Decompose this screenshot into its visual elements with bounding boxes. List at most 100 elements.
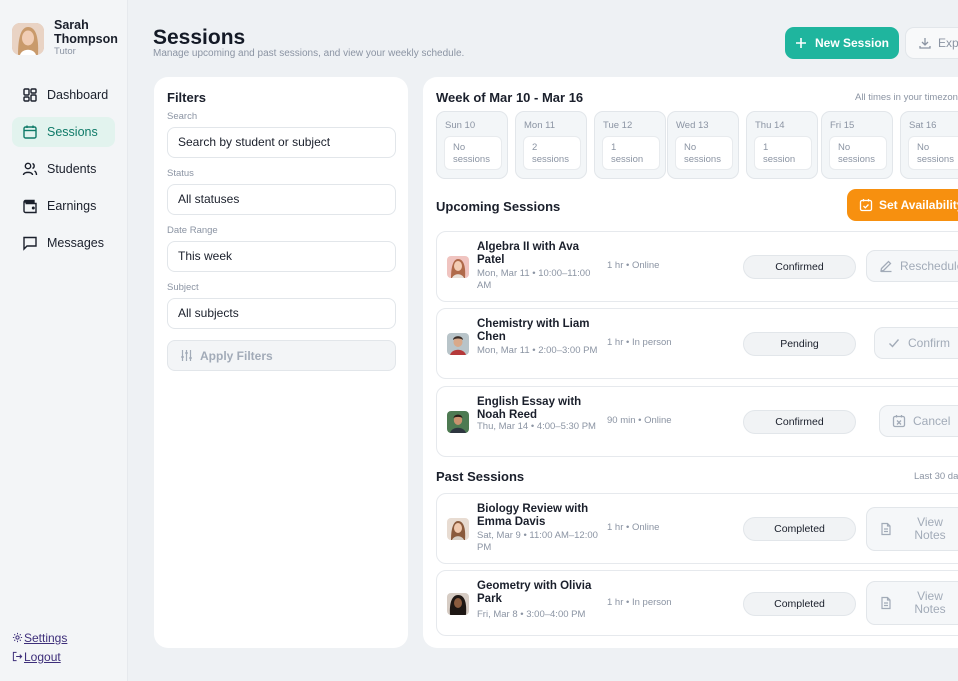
reschedule-label: Reschedule [900,259,958,273]
status-badge: Confirmed [743,255,856,279]
grid-icon [23,88,37,102]
student-avatar [447,256,469,278]
student-avatar [447,518,469,540]
status-label: Status [167,168,194,179]
sidebar-item-label: Messages [47,236,104,250]
session-meta: 1 hr • In person [607,337,672,348]
view-notes-button[interactable]: View Notes [866,507,958,551]
cancel-button[interactable]: Cancel [879,405,958,437]
past-title: Past Sessions [436,469,525,484]
set-availability-button[interactable]: Set Availability [847,189,958,221]
plus-icon [795,38,806,48]
day-card-tue[interactable]: Tue 12 1 session [594,111,666,179]
sessions-panel: Week of Mar 10 - Mar 16 All times in you… [423,77,958,648]
subject-label: Subject [167,282,199,293]
avatar [12,23,44,55]
logout-label: Logout [24,649,61,664]
users-icon [22,162,38,176]
session-time: Mon, Mar 11 • 2:00–3:00 PM [477,345,598,356]
timezone-note: All times in your timezone [855,92,958,103]
settings-link[interactable]: Settings [12,628,67,647]
export-label: Export [938,36,958,50]
session-row[interactable]: Chemistry with Liam Chen Mon, Mar 11 • 2… [436,308,958,379]
session-row[interactable]: English Essay with Noah Reed Thu, Mar 14… [436,386,958,457]
past-range: Last 30 days [914,471,958,482]
session-time: Mon, Mar 11 • 10:00–11:00 AM [477,268,591,291]
day-summary: 1 session [754,136,812,170]
day-summary: No sessions [444,136,502,170]
day-label: Thu 14 [755,120,785,131]
apply-filters-button[interactable]: Apply Filters [167,340,396,371]
day-label: Tue 12 [603,120,633,131]
day-summary: No sessions [908,136,958,170]
sidebar-item-students[interactable]: Students [12,154,115,184]
view-notes-button[interactable]: View Notes [866,581,958,625]
day-card-sat[interactable]: Sat 16 No sessions [900,111,958,179]
session-title: Chemistry with Liam Chen [477,318,590,343]
export-button[interactable]: Export [905,27,958,59]
day-label: Wed 13 [676,120,709,131]
view-notes-label: View Notes [914,515,946,542]
user-role: Tutor [54,46,76,57]
filters-panel: Filters Search Search by student or subj… [154,77,408,648]
sidebar-footer: Settings Logout [12,628,67,666]
session-row[interactable]: Algebra II with Ava Patel Mon, Mar 11 • … [436,231,958,302]
day-card-wed[interactable]: Wed 13 No sessions [667,111,739,179]
confirm-button[interactable]: Confirm [874,327,958,359]
day-label: Fri 15 [830,120,855,131]
session-row[interactable]: Geometry with Olivia Park Fri, Mar 8 • 3… [436,570,958,636]
user-name: Sarah Thompson [54,18,118,46]
session-title: Biology Review with Emma Davis [477,503,589,528]
confirm-label: Confirm [908,336,951,350]
day-summary: No sessions [829,136,887,170]
student-avatar [447,411,469,433]
status-badge: Completed [743,517,856,541]
settings-label: Settings [24,630,68,645]
sliders-icon [181,350,192,361]
new-session-button[interactable]: New Session [785,27,899,59]
status-badge: Completed [743,592,856,616]
sidebar-item-messages[interactable]: Messages [12,228,115,258]
day-label: Sun 10 [445,120,476,131]
wallet-icon [23,199,37,214]
student-avatar [447,333,469,355]
session-time: Fri, Mar 8 • 3:00–4:00 PM [477,609,586,620]
document-icon [881,522,891,536]
session-title: Algebra II with Ava Patel [477,241,580,266]
day-card-sun[interactable]: Sun 10 No sessions [436,111,508,179]
calendar-x-icon [892,415,906,428]
gear-icon [12,632,23,643]
upcoming-title: Upcoming Sessions [436,199,561,214]
logout-link[interactable]: Logout [12,647,67,666]
day-card-mon[interactable]: Mon 11 2 sessions [515,111,587,179]
reschedule-button[interactable]: Reschedule [866,250,958,282]
status-select[interactable]: All statuses [167,184,396,215]
view-notes-label: View Notes [914,589,946,616]
week-title: Week of Mar 10 - Mar 16 [436,90,584,105]
sidebar-item-earnings[interactable]: Earnings [12,191,115,221]
sidebar-item-sessions[interactable]: Sessions [12,117,115,147]
cancel-label: Cancel [913,414,951,428]
day-card-thu[interactable]: Thu 14 1 session [746,111,818,179]
document-icon [881,596,891,610]
sidebar-item-label: Earnings [47,199,97,213]
sidebar-item-label: Dashboard [47,88,109,102]
session-title: English Essay with Noah Reed [477,396,582,421]
session-meta: 1 hr • Online [607,522,660,533]
session-row[interactable]: Biology Review with Emma Davis Sat, Mar … [436,493,958,564]
session-meta: 1 hr • Online [607,260,660,271]
session-meta: 1 hr • In person [607,597,672,608]
date-range-select[interactable]: This week [167,241,396,272]
day-summary: 2 sessions [523,136,581,170]
date-range-label: Date Range [167,225,218,236]
day-card-fri[interactable]: Fri 15 No sessions [821,111,893,179]
calendar-check-icon [859,199,873,212]
apply-filters-label: Apply Filters [200,348,273,363]
day-summary: 1 session [602,136,660,170]
day-label: Mon 11 [524,120,555,131]
day-label: Sat 16 [909,120,937,131]
search-input[interactable]: Search by student or subject [167,127,396,158]
sidebar-item-dashboard[interactable]: Dashboard [12,80,115,110]
set-availability-label: Set Availability [879,198,958,212]
subject-select[interactable]: All subjects [167,298,396,329]
